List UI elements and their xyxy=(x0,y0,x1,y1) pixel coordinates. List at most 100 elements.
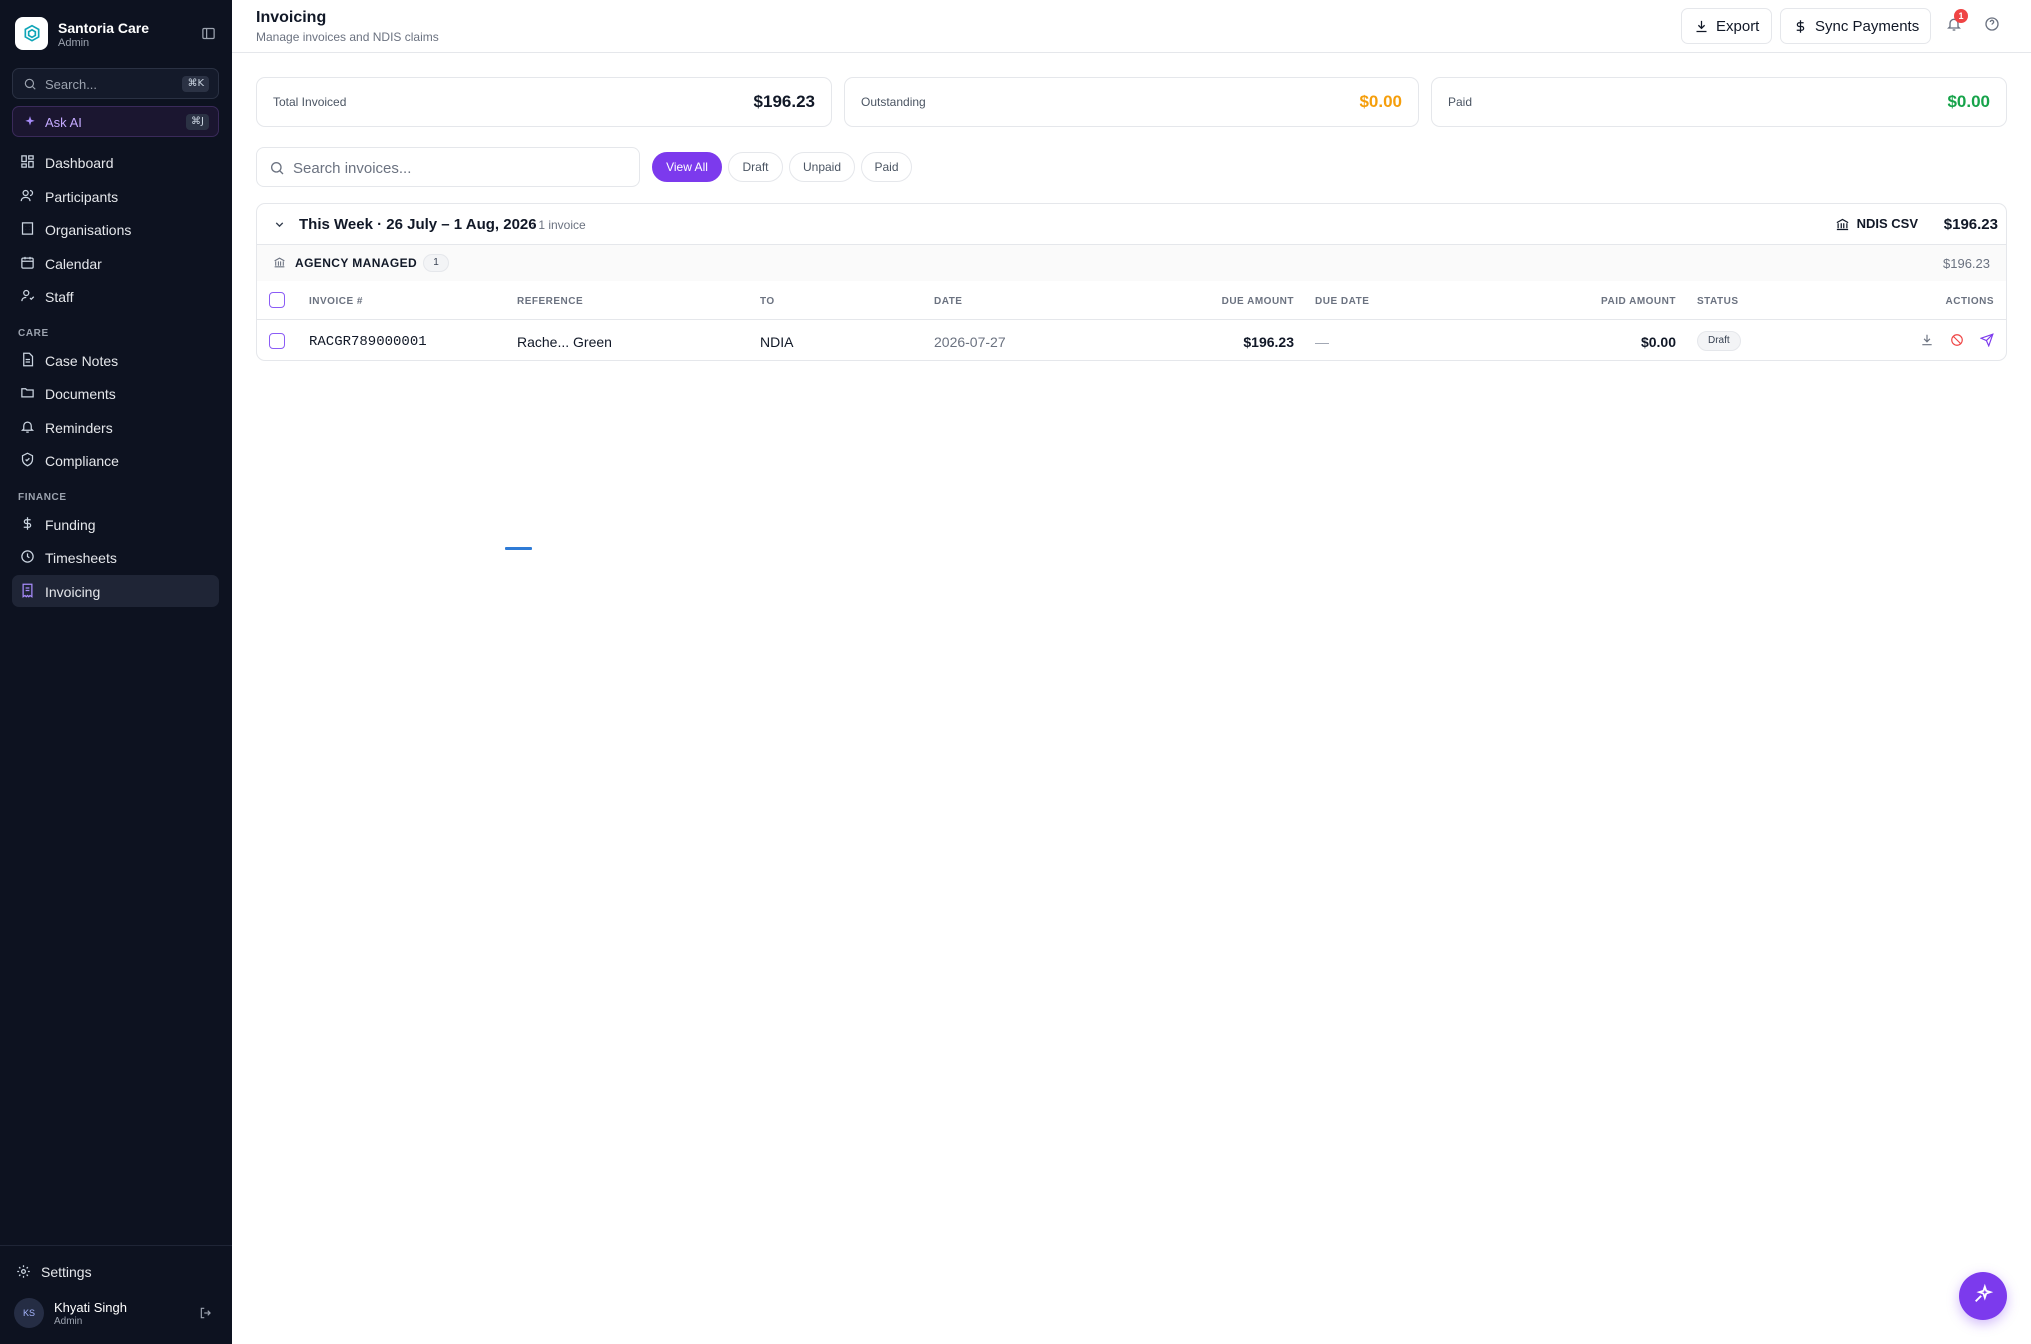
stat-value: $196.23 xyxy=(753,92,815,111)
subgroup-count-badge: 1 xyxy=(423,254,449,272)
sidebar-item-label: Funding xyxy=(45,517,96,533)
search-icon xyxy=(269,160,285,181)
sidebar-item-label: Case Notes xyxy=(45,353,119,369)
receipt-icon xyxy=(20,583,36,599)
filter-view-all[interactable]: View All xyxy=(652,152,722,182)
download-icon xyxy=(1694,19,1709,38)
bank-icon xyxy=(1835,217,1850,235)
section-label-finance: FINANCE xyxy=(18,492,67,503)
export-label: Export xyxy=(1716,18,1760,35)
ask-ai-button[interactable]: Ask AI ⌘J xyxy=(12,106,219,137)
stat-card-total-invoiced: Total Invoiced $196.23 xyxy=(256,77,832,127)
void-icon[interactable] xyxy=(1950,333,1966,349)
sidebar-item-organisations[interactable]: Organisations xyxy=(12,213,219,245)
group-title: This Week · 26 July – 1 Aug, 2026 xyxy=(299,216,537,233)
chevron-down-icon[interactable] xyxy=(273,218,286,236)
invoice-search-input[interactable]: Search invoices... xyxy=(256,147,640,187)
column-header-to: TO xyxy=(760,296,775,307)
row-checkbox[interactable] xyxy=(269,333,285,349)
column-header-status: STATUS xyxy=(1697,296,1739,307)
clock-icon xyxy=(20,549,36,565)
sidebar-item-participants[interactable]: Participants xyxy=(12,180,219,212)
sidebar-collapse-icon[interactable] xyxy=(201,26,217,42)
sidebar-item-case-notes[interactable]: Case Notes xyxy=(12,344,219,376)
sidebar-item-documents[interactable]: Documents xyxy=(12,377,219,409)
sidebar-item-funding[interactable]: Funding xyxy=(12,508,219,540)
ask-ai-label: Ask AI xyxy=(45,115,82,130)
bank-icon xyxy=(273,256,286,274)
sidebar-item-reminders[interactable]: Reminders xyxy=(12,411,219,443)
invoice-due-amount: $196.23 xyxy=(1243,334,1294,350)
invoice-date: 2026-07-27 xyxy=(934,334,1006,350)
shield-icon xyxy=(20,452,36,468)
brand-role: Admin xyxy=(58,37,90,49)
subgroup-title: AGENCY MANAGED xyxy=(295,256,418,270)
sparkle-icon xyxy=(23,115,37,134)
loading-indicator xyxy=(505,547,532,550)
user-role: Admin xyxy=(54,1316,83,1327)
note-icon xyxy=(20,352,36,368)
calendar-icon xyxy=(20,255,36,271)
filter-unpaid[interactable]: Unpaid xyxy=(789,152,855,182)
column-header-actions: ACTIONS xyxy=(1945,296,1994,307)
sidebar-item-settings[interactable]: Settings xyxy=(12,1257,219,1287)
stat-value: $0.00 xyxy=(1947,92,1990,111)
user-profile[interactable]: KS Khyati Singh Admin xyxy=(14,1298,219,1330)
subgroup-header: AGENCY MANAGED 1 $196.23 xyxy=(257,245,2006,281)
sidebar-search[interactable]: Search... ⌘K xyxy=(12,68,219,99)
sidebar: Santoria Care Admin Search... ⌘K Ask AI … xyxy=(0,0,232,1344)
avatar: KS xyxy=(14,1298,44,1328)
column-header-invoice: INVOICE # xyxy=(309,296,363,307)
section-label-care: CARE xyxy=(18,328,49,339)
subgroup-total: $196.23 xyxy=(1943,256,1990,271)
help-icon[interactable] xyxy=(1984,16,2000,37)
group-header[interactable]: This Week · 26 July – 1 Aug, 2026 · 1 in… xyxy=(257,204,2006,245)
sidebar-item-label: Organisations xyxy=(45,222,132,238)
notification-badge: 1 xyxy=(1954,9,1968,23)
sidebar-item-label: Participants xyxy=(45,189,119,205)
filter-paid[interactable]: Paid xyxy=(861,152,912,182)
sidebar-item-dashboard[interactable]: Dashboard xyxy=(12,146,219,178)
export-button[interactable]: Export xyxy=(1681,8,1772,44)
status-badge: Draft xyxy=(1697,331,1741,351)
sidebar-item-invoicing[interactable]: Invoicing xyxy=(12,575,219,607)
table-row[interactable]: RACGR789000001 Rache... Green NDIA 2026-… xyxy=(257,320,2006,360)
table-header: INVOICE # REFERENCE TO DATE DUE AMOUNT D… xyxy=(257,281,2006,320)
user-name: Khyati Singh xyxy=(54,1300,127,1315)
staff-icon xyxy=(20,288,36,304)
column-header-paid-amount: PAID AMOUNT xyxy=(1601,296,1676,307)
sidebar-item-calendar[interactable]: Calendar xyxy=(12,247,219,279)
sidebar-divider xyxy=(0,1245,232,1246)
invoice-search-placeholder: Search invoices... xyxy=(293,160,412,177)
ai-assistant-fab[interactable] xyxy=(1959,1272,2007,1320)
invoice-number[interactable]: RACGR789000001 xyxy=(309,334,427,350)
sidebar-item-label: Calendar xyxy=(45,256,102,272)
bell-icon xyxy=(20,419,36,435)
column-header-due-amount: DUE AMOUNT xyxy=(1221,296,1294,307)
brand[interactable]: Santoria Care Admin xyxy=(15,17,217,53)
select-all-checkbox[interactable] xyxy=(269,292,285,308)
stat-label: Total Invoiced xyxy=(273,95,347,109)
stat-label: Paid xyxy=(1448,95,1473,109)
dollar-icon xyxy=(20,516,36,532)
sidebar-item-label: Documents xyxy=(45,386,116,402)
sidebar-item-label: Dashboard xyxy=(45,155,114,171)
sync-payments-button[interactable]: Sync Payments xyxy=(1780,8,1931,44)
group-invoice-count: · 1 invoice xyxy=(531,218,586,232)
page-header: Invoicing Manage invoices and NDIS claim… xyxy=(232,0,2031,53)
users-icon xyxy=(20,188,36,204)
download-icon[interactable] xyxy=(1920,333,1936,349)
stat-card-paid: Paid $0.00 xyxy=(1431,77,2007,127)
send-icon[interactable] xyxy=(1979,333,1996,349)
sidebar-item-compliance[interactable]: Compliance xyxy=(12,444,219,476)
column-header-due-date: DUE DATE xyxy=(1315,296,1370,307)
ndis-csv-button[interactable]: NDIS CSV xyxy=(1836,216,1918,231)
sidebar-item-timesheets[interactable]: Timesheets xyxy=(12,541,219,573)
filter-draft[interactable]: Draft xyxy=(728,152,783,182)
logout-icon[interactable] xyxy=(199,1306,213,1325)
sidebar-item-label: Timesheets xyxy=(45,550,117,566)
sidebar-item-staff[interactable]: Staff xyxy=(12,280,219,312)
sparkle-icon xyxy=(1972,1283,1994,1310)
stat-value: $0.00 xyxy=(1359,92,1402,111)
invoice-due-date: — xyxy=(1315,334,1329,350)
